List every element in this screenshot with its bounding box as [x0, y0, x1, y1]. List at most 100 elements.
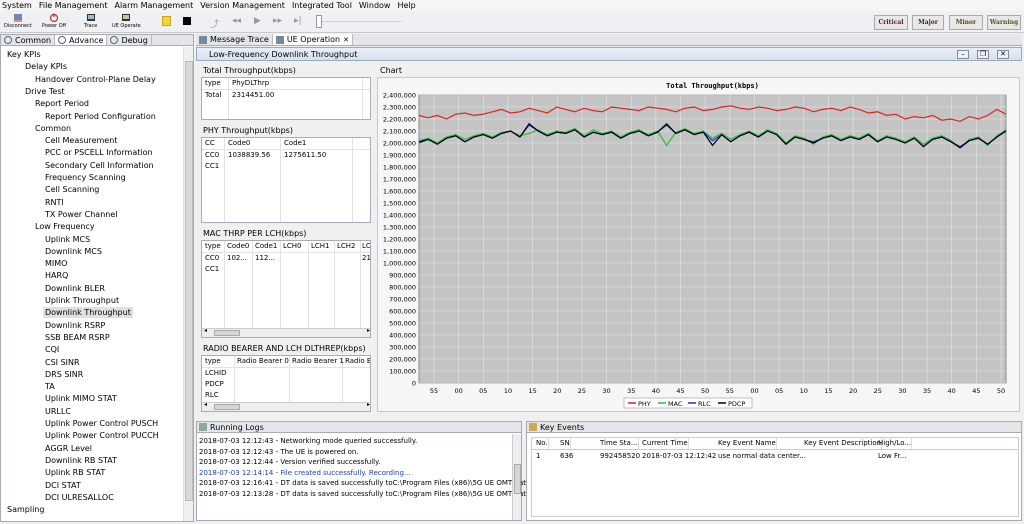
- previous-icon[interactable]: ⤴: [210, 17, 219, 30]
- tree-item[interactable]: HARQ: [45, 270, 68, 281]
- alarm-critical-button[interactable]: Critical: [874, 15, 908, 30]
- tab-message-trace-label: Message Trace: [210, 35, 269, 44]
- rewind-icon[interactable]: ◂◂: [232, 16, 241, 26]
- x-tick-label: 20: [553, 387, 561, 395]
- left-scrollbar[interactable]: [183, 47, 193, 521]
- tree-item[interactable]: DCI ULRESALLOC: [45, 492, 114, 503]
- tab-ue-operation[interactable]: UE Operation ✕: [272, 34, 353, 45]
- menu-item-window[interactable]: Window: [359, 1, 391, 10]
- menu-item-help[interactable]: Help: [397, 1, 415, 10]
- left-scrollbar-thumb[interactable]: [185, 61, 193, 501]
- key-events-header-cell[interactable]: Key Event Name: [718, 438, 777, 449]
- tree-item[interactable]: DRS SINR: [45, 369, 83, 380]
- tree-item[interactable]: Secondary Cell Information: [45, 160, 154, 171]
- power-off-label: Power Off: [42, 23, 67, 29]
- tree-item[interactable]: Cell Measurement: [45, 135, 117, 146]
- tree-item[interactable]: Downlink Throughput: [43, 307, 133, 319]
- mac-thrp-title: MAC THRP PER LCH(kbps): [203, 229, 307, 238]
- tree-item[interactable]: Uplink RB STAT: [45, 467, 105, 478]
- tree-item[interactable]: DCI STAT: [45, 480, 81, 491]
- key-events-header-cell[interactable]: No.: [536, 438, 549, 449]
- logs-scrollbar[interactable]: [512, 434, 521, 520]
- stop-icon[interactable]: [183, 17, 191, 25]
- rb-hscrollbar[interactable]: ◂ ▸: [202, 401, 370, 411]
- playback-slider-track[interactable]: [322, 21, 402, 22]
- tree-item[interactable]: Downlink RB STAT: [45, 455, 117, 466]
- menu-item-version-management[interactable]: Version Management: [200, 1, 285, 10]
- key-events-cell: use normal data center...: [718, 452, 806, 460]
- x-tick-label: 25: [578, 387, 586, 395]
- tree-item[interactable]: Handover Control-Plane Delay: [35, 74, 156, 85]
- tree-item[interactable]: SSB BEAM RSRP: [45, 332, 110, 343]
- tree-item[interactable]: Report Period: [35, 98, 89, 109]
- play-icon[interactable]: ▶: [254, 16, 261, 26]
- disconnect-label: Disconnect: [4, 23, 32, 29]
- tree-item[interactable]: Report Period Configuration: [45, 111, 156, 122]
- close-icon[interactable]: ✕: [343, 36, 349, 44]
- key-events-cell: 1: [536, 452, 541, 460]
- y-tick-label: 600,000: [389, 308, 416, 316]
- menu-item-file-management[interactable]: File Management: [39, 1, 108, 10]
- next-icon[interactable]: ▸|: [294, 16, 302, 26]
- menu-item-integrated-tool[interactable]: Integrated Tool: [292, 1, 352, 10]
- forward-icon[interactable]: ▸▸: [273, 16, 282, 26]
- tree-item[interactable]: Low Frequency: [35, 221, 95, 232]
- tab-debug[interactable]: Debug: [107, 35, 152, 45]
- ue-operate-button[interactable]: UE Operate: [112, 13, 141, 32]
- tree-item[interactable]: Uplink Power Control PUSCH: [45, 418, 158, 429]
- tree-item[interactable]: AGGR Level: [45, 443, 92, 454]
- tree-item[interactable]: Delay KPIs: [25, 61, 67, 72]
- trace-button[interactable]: Trace: [84, 13, 97, 32]
- x-tick-label: 35: [923, 387, 931, 395]
- key-events-header-cell[interactable]: Key Event Description: [804, 438, 883, 449]
- total-row-value: 2314451.00: [232, 91, 275, 99]
- tree-item[interactable]: CSI SINR: [45, 357, 80, 368]
- tree-item[interactable]: Downlink RSRP: [45, 320, 105, 331]
- tree-item[interactable]: Sampling: [7, 504, 44, 515]
- power-off-button[interactable]: Power Off: [42, 13, 66, 32]
- rb-header-type: type: [205, 357, 221, 365]
- key-events-header-cell[interactable]: Current Time: [642, 438, 689, 449]
- key-events-header-cell[interactable]: SN: [560, 438, 571, 449]
- close-button[interactable]: ✕: [997, 50, 1009, 59]
- disconnect-button[interactable]: Disconnect: [4, 13, 32, 32]
- alarm-minor-button[interactable]: Minor: [949, 15, 983, 30]
- menu-item-alarm-management[interactable]: Alarm Management: [114, 1, 193, 10]
- tab-message-trace[interactable]: Message Trace: [196, 34, 273, 45]
- restore-button[interactable]: ❐: [977, 50, 989, 59]
- tree-item[interactable]: Downlink BLER: [45, 283, 105, 294]
- tree-item[interactable]: Uplink MIMO STAT: [45, 393, 117, 404]
- key-events-header-cell[interactable]: Time Sta...: [600, 438, 639, 449]
- tree-item[interactable]: CQI: [45, 344, 59, 355]
- mac-hscrollbar[interactable]: ◂ ▸: [202, 327, 370, 337]
- tree-item[interactable]: PCC or PSCELL Information: [45, 147, 153, 158]
- tree-item[interactable]: Uplink MCS: [45, 234, 90, 245]
- advance-tab-icon: [58, 36, 67, 44]
- alarm-major-button[interactable]: Major: [912, 15, 944, 30]
- tree-item[interactable]: Common: [35, 123, 71, 134]
- tab-common[interactable]: Common: [1, 35, 56, 45]
- x-tick-label: 10: [504, 387, 512, 395]
- tree-item[interactable]: Cell Scanning: [45, 184, 99, 195]
- tree-item[interactable]: TA: [45, 381, 55, 392]
- ue-operate-label: UE Operate: [112, 23, 141, 29]
- tree-item[interactable]: RNTI: [45, 197, 64, 208]
- phy-header-code0: Code0: [228, 139, 251, 147]
- key-events-header-cell[interactable]: High/Lo...: [878, 438, 913, 449]
- tree-item[interactable]: URLLC: [45, 406, 71, 417]
- tree-item[interactable]: Frequency Scanning: [45, 172, 126, 183]
- tree-item[interactable]: MIMO: [45, 258, 67, 269]
- minimize-button[interactable]: –: [957, 50, 969, 59]
- tree-item[interactable]: Uplink Throughput: [45, 295, 119, 306]
- tree-item[interactable]: Drive Test: [25, 86, 65, 97]
- tree-item[interactable]: Downlink MCS: [45, 246, 102, 257]
- tree-item[interactable]: Key KPIs: [7, 49, 41, 60]
- record-icon[interactable]: [162, 16, 171, 26]
- tree-item[interactable]: TX Power Channel: [45, 209, 117, 220]
- tab-advance[interactable]: Advance: [55, 35, 108, 45]
- menu-item-system[interactable]: System: [2, 1, 32, 10]
- mac-header-lc: LC: [362, 242, 371, 250]
- rb-header-rb1: Radio Bearer 1: [292, 357, 344, 365]
- alarm-warning-button[interactable]: Warning: [987, 15, 1021, 30]
- tree-item[interactable]: Uplink Power Control PUCCH: [45, 430, 159, 441]
